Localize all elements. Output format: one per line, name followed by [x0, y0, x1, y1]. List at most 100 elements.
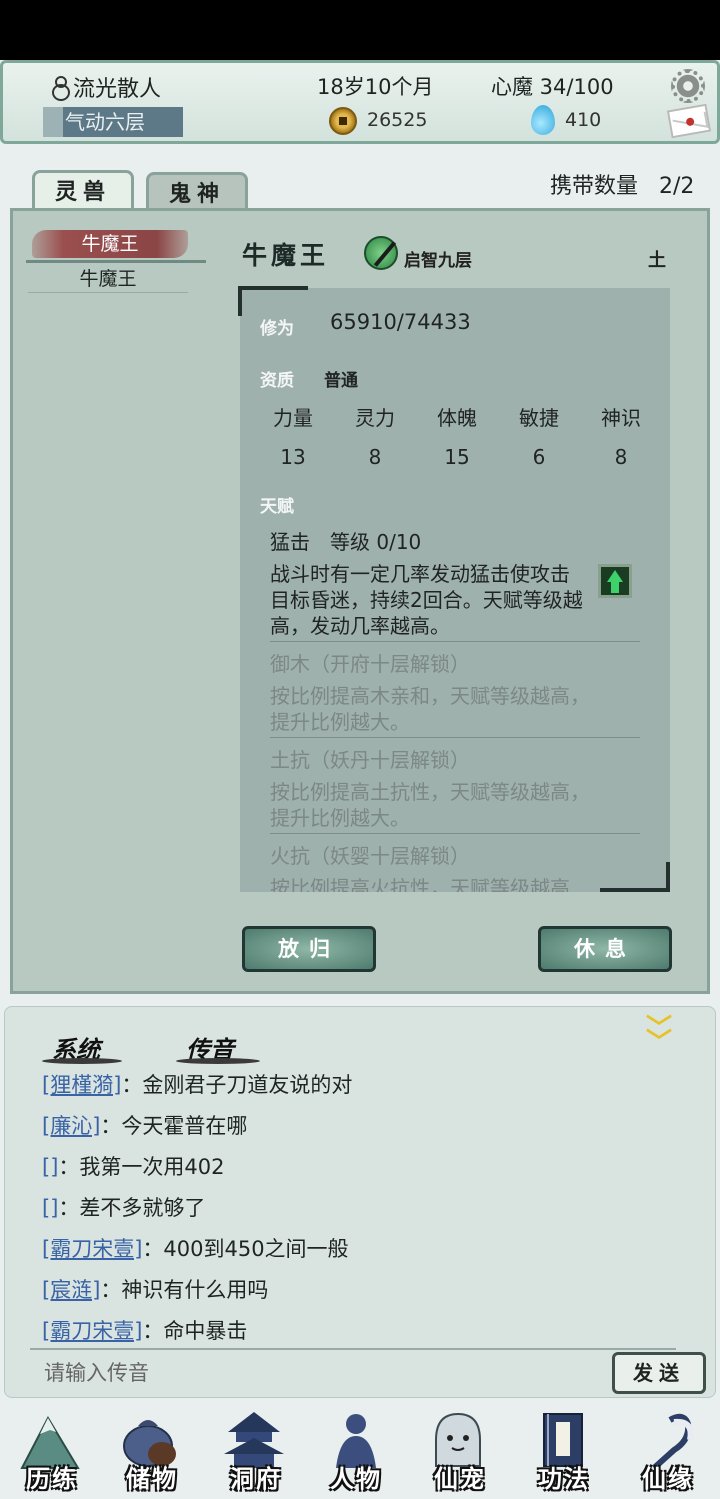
nav-item-renwu[interactable]: 人物 [308, 1404, 404, 1496]
input-divider [30, 1348, 676, 1350]
nav-item-chuwu[interactable]: 储物 [104, 1404, 200, 1496]
collapse-chevron-icon[interactable]: ﹀ ﹀ [646, 1016, 672, 1056]
nav-item-xianchong[interactable]: 仙宠 [412, 1404, 508, 1496]
divider [26, 260, 206, 263]
player-name-label: 流光散人 [73, 77, 162, 102]
nav-label: 储物 [126, 1464, 178, 1493]
chat-message: []：我第一次用402 [42, 1150, 682, 1191]
chat-user-link[interactable]: [霸刀宋壹] [42, 1319, 142, 1343]
chat-input[interactable] [44, 1356, 584, 1392]
talent-title: 土抗（妖丹十层解锁） [270, 748, 470, 772]
stats-grid: 力量 灵力 体魄 敏捷 神识 13 8 15 6 8 [252, 402, 662, 469]
talent-item-locked: 御木（开府十层解锁） 按比例提高木亲和，天赋等级越高，提升比例越大。 [270, 648, 642, 735]
gem-value: 410 [565, 109, 602, 131]
nav-label: 仙缘 [642, 1464, 694, 1493]
stat-value: 13 [280, 445, 306, 469]
stat-value: 6 [532, 445, 546, 469]
chat-message: [霸刀宋壹]：400到450之间一般 [42, 1232, 682, 1273]
nav-label: 功法 [538, 1464, 590, 1493]
chat-message: [廉沁]：今天霍普在哪 [42, 1109, 682, 1150]
stat-value: 15 [444, 445, 470, 469]
tab-spirit-beast[interactable]: 灵兽 [32, 170, 134, 210]
bottom-nav: 历练 储物 洞府 人物 仙宠 功法 仙缘 [0, 1400, 720, 1499]
zizhi-value: 普通 [324, 371, 358, 391]
stat-name: 敏捷 [519, 406, 559, 430]
realm-badge: 气动六层 [43, 107, 183, 137]
release-button[interactable]: 放归 [242, 926, 376, 972]
nav-item-gongfa[interactable]: 功法 [516, 1404, 612, 1496]
nav-label: 历练 [26, 1464, 78, 1493]
talent-item-locked: 土抗（妖丹十层解锁） 按比例提高土抗性，天赋等级越高，提升比例越大。 [270, 744, 642, 831]
status-bar [0, 0, 720, 60]
zizhi-label: 资质 [260, 371, 294, 391]
coin-icon [329, 107, 357, 135]
stat-name: 灵力 [355, 406, 395, 430]
pet-stage: 启智九层 [404, 251, 472, 271]
chat-user-link[interactable]: [宸涟] [42, 1278, 100, 1302]
talent-title: 火抗（妖婴十层解锁） [270, 844, 470, 868]
stat-name: 神识 [601, 406, 641, 430]
frame-corner [600, 862, 670, 892]
beast-list-item[interactable]: 牛魔王 [28, 265, 188, 293]
chat-text: ：神识有什么用吗 [100, 1278, 269, 1302]
rest-button[interactable]: 休息 [538, 926, 672, 972]
tab-brush-stroke [42, 1058, 122, 1064]
spirit-stone-icon [531, 105, 555, 135]
stat-value: 8 [368, 445, 382, 469]
chat-text: ：金刚君子刀道友说的对 [121, 1073, 353, 1097]
player-header: 流光散人 气动六层 18岁10个月 心魔 34/100 26525 410 [0, 60, 720, 144]
talent-desc: 按比例提高土抗性，天赋等级越高，提升比例越大。 [270, 780, 590, 830]
talent-item: 猛击 等级 0/10 战斗时有一定几率发动猛击使攻击目标昏迷，持续2回合。天赋等… [270, 526, 642, 639]
nav-item-lilian[interactable]: 历练 [4, 1404, 100, 1496]
chat-messages[interactable]: [狸槿漪]：金刚君子刀道友说的对 [廉沁]：今天霍普在哪 []：我第一次用402… [42, 1068, 682, 1355]
divider [270, 737, 640, 738]
nav-item-dongfu[interactable]: 洞府 [208, 1404, 304, 1496]
talent-title: 猛击 等级 0/10 [270, 530, 422, 554]
chat-user-link[interactable]: [] [42, 1196, 58, 1220]
chat-message: [宸涟]：神识有什么用吗 [42, 1273, 682, 1314]
mail-icon[interactable] [666, 103, 712, 139]
chat-message: []：差不多就够了 [42, 1191, 682, 1232]
chat-user-link[interactable]: [] [42, 1155, 58, 1179]
carry-value: 2/2 [659, 174, 695, 199]
chat-text: ：命中暴击 [142, 1319, 248, 1343]
xiuwei-value: 65910/74433 [330, 310, 471, 334]
chat-user-link[interactable]: [霸刀宋壹] [42, 1237, 142, 1261]
talent-title: 御木（开府十层解锁） [270, 652, 470, 676]
pet-info-panel[interactable]: 修为 65910/74433 资质 普通 力量 灵力 体魄 敏捷 神识 13 8… [240, 288, 670, 892]
settings-gear-icon[interactable] [671, 69, 705, 103]
chat-text: ：我第一次用402 [58, 1155, 225, 1179]
tab-brush-stroke [176, 1058, 260, 1064]
chat-text: ：差不多就够了 [58, 1196, 206, 1220]
divider [270, 833, 640, 834]
money-value: 26525 [367, 109, 428, 131]
rename-brush-icon[interactable] [364, 236, 398, 270]
chat-user-link[interactable]: [狸槿漪] [42, 1073, 121, 1097]
tab-ghost-god[interactable]: 鬼神 [146, 172, 248, 212]
chat-text: ：今天霍普在哪 [100, 1114, 248, 1138]
frame-corner [238, 286, 308, 316]
upgrade-arrow-icon[interactable] [598, 564, 632, 598]
carry-label: 携带数量 [550, 174, 639, 199]
chat-text: ：400到450之间一般 [142, 1237, 349, 1261]
nav-label: 人物 [330, 1464, 382, 1493]
talent-desc: 按比例提高木亲和，天赋等级越高，提升比例越大。 [270, 684, 590, 734]
divider [270, 641, 640, 642]
stat-name: 体魄 [437, 406, 477, 430]
talent-item-locked: 火抗（妖婴十层解锁） 按比例提高火抗性，天赋等级越高 [270, 840, 642, 892]
carry-count: 携带数量 2/2 [550, 168, 694, 200]
stat-value: 8 [614, 445, 628, 469]
chat-user-link[interactable]: [廉沁] [42, 1114, 100, 1138]
player-name[interactable]: 流光散人 [51, 71, 161, 103]
xinmo-label: 心魔 34/100 [491, 75, 614, 99]
pet-element: 土 [648, 250, 666, 271]
beast-list-item-selected[interactable]: 牛魔王 [32, 230, 188, 258]
chat-message: [狸槿漪]：金刚君子刀道友说的对 [42, 1068, 682, 1109]
stat-name: 力量 [273, 406, 313, 430]
gourd-icon [51, 76, 70, 101]
talent-desc: 战斗时有一定几率发动猛击使攻击目标昏迷，持续2回合。天赋等级越高，发动几率越高。 [270, 562, 583, 638]
nav-item-xianyuan[interactable]: 仙缘 [620, 1404, 716, 1496]
xiuwei-label: 修为 [260, 319, 294, 339]
send-button[interactable]: 发送 [612, 1352, 706, 1394]
talent-desc: 按比例提高火抗性，天赋等级越高 [270, 876, 570, 892]
